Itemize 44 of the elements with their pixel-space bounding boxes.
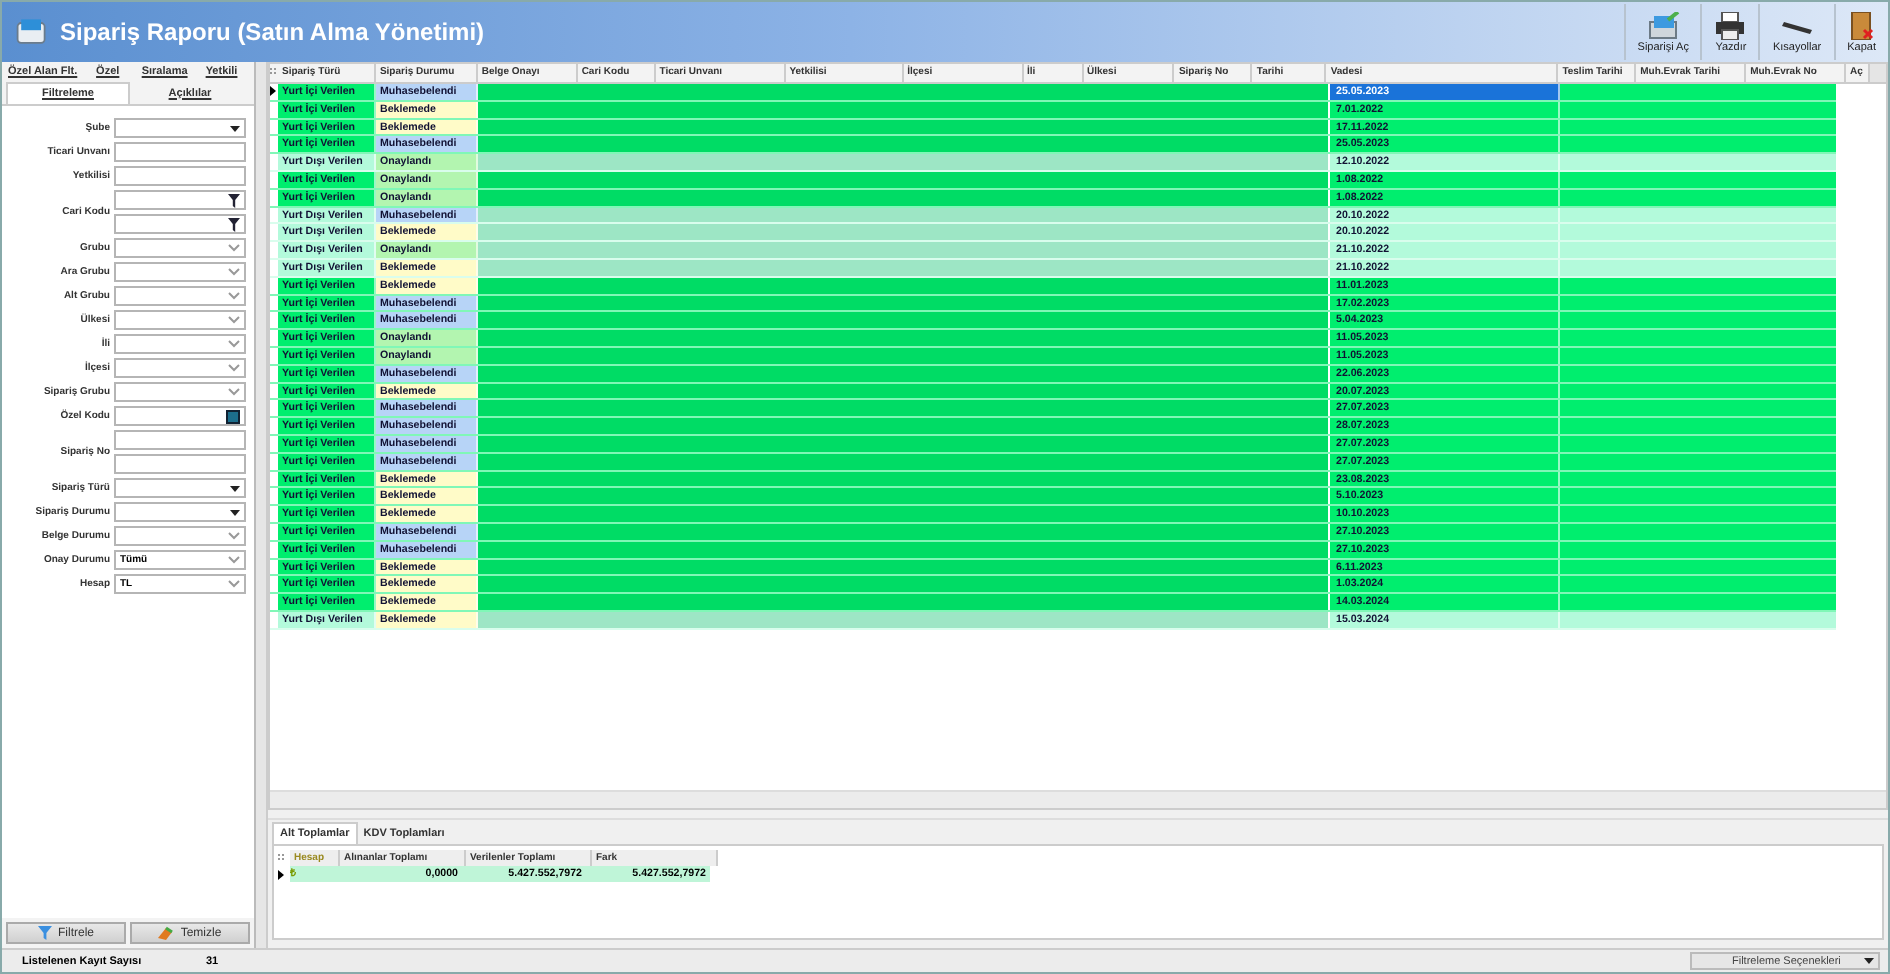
dropdown[interactable] <box>114 118 246 138</box>
lookup-icon <box>226 409 240 423</box>
chevron-icon <box>228 340 240 348</box>
chevron-icon <box>228 268 240 276</box>
combo-box[interactable] <box>114 334 246 354</box>
document-stack-icon <box>1647 11 1680 39</box>
input-field[interactable] <box>114 454 246 474</box>
splitter-handle[interactable] <box>256 62 268 948</box>
combo-box[interactable] <box>114 286 246 306</box>
input-field[interactable] <box>114 406 246 426</box>
printer-icon <box>1714 11 1747 39</box>
input-field[interactable] <box>114 214 246 234</box>
dropdown-arrow-icon <box>230 509 240 515</box>
chevron-icon <box>228 556 240 564</box>
dropdown-arrow-icon <box>230 485 240 491</box>
chevron-icon <box>228 580 240 588</box>
funnel-icon <box>37 926 52 940</box>
combo-box[interactable] <box>114 262 246 282</box>
input-field[interactable] <box>114 166 246 186</box>
dropdown[interactable] <box>114 478 246 498</box>
combo-box[interactable] <box>114 310 246 330</box>
window-title: Sipariş Raporu (Satın Alma Yönetimi) <box>60 18 485 46</box>
input-field[interactable] <box>114 142 246 162</box>
chevron-icon <box>228 364 240 372</box>
chevron-icon <box>228 244 240 252</box>
column-chooser-icon[interactable] <box>270 68 278 76</box>
combo-box[interactable] <box>114 358 246 378</box>
dropdown[interactable] <box>114 502 246 522</box>
combo-box[interactable] <box>114 238 246 258</box>
input-field[interactable] <box>114 430 246 450</box>
dropdown-arrow-icon <box>230 125 240 131</box>
app-icon <box>14 14 50 50</box>
chevron-icon <box>228 532 240 540</box>
chevron-icon <box>228 316 240 324</box>
horizontal-scrollbar[interactable] <box>270 790 1886 808</box>
eraser-icon <box>158 926 175 940</box>
dropdown-arrow-icon <box>1864 958 1874 964</box>
chevron-icon <box>228 388 240 396</box>
column-chooser-icon[interactable] <box>278 854 286 862</box>
chevron-icon <box>228 292 240 300</box>
row-pointer-icon <box>278 869 284 879</box>
combo-box[interactable] <box>114 526 246 546</box>
exit-door-icon <box>1847 11 1876 39</box>
input-field[interactable] <box>114 190 246 210</box>
